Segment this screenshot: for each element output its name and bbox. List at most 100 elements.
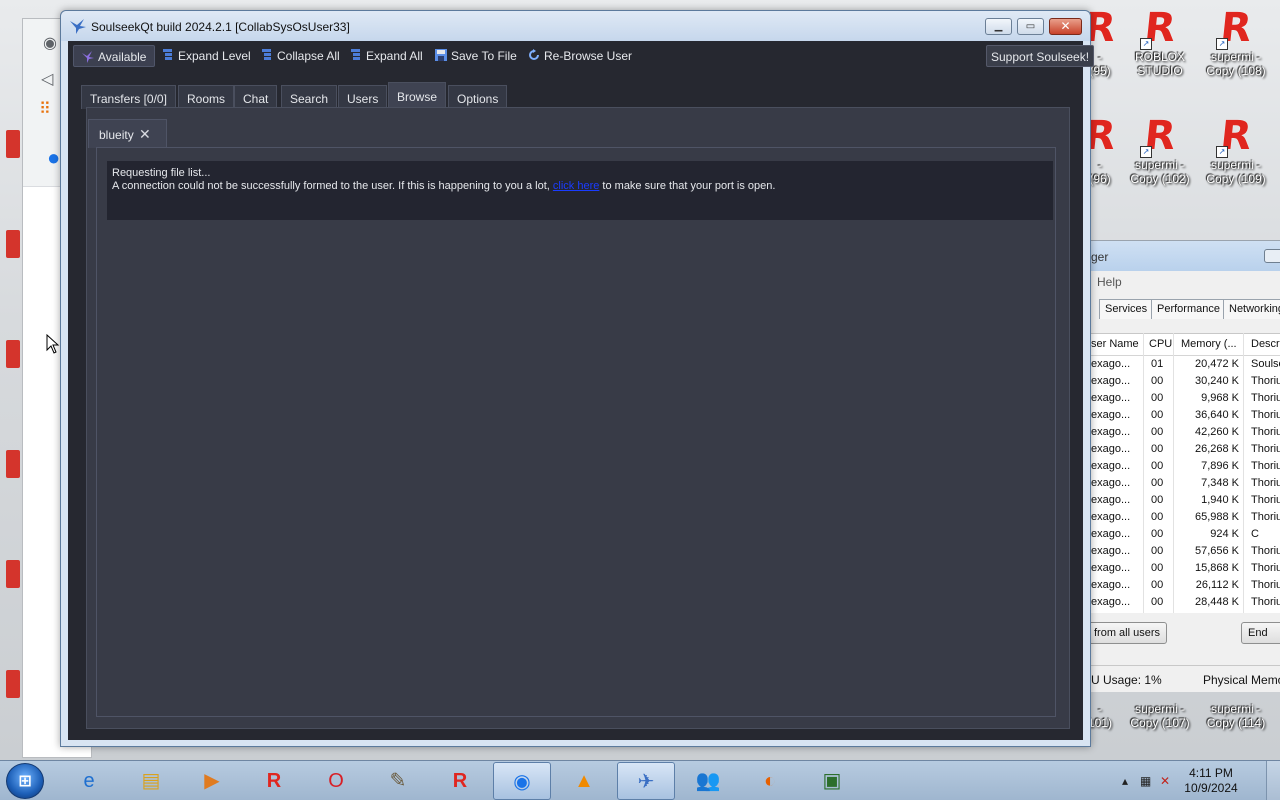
process-row[interactable]: exago... 00 7,896 K Thoriu (1091, 458, 1280, 475)
desktop-icon-supermi-109[interactable]: R ↗ supermi - Copy (109) (1200, 113, 1272, 186)
process-row[interactable]: exago... 00 28,448 K Thoriu (1091, 594, 1280, 611)
expand-level-icon (163, 49, 172, 60)
column-user-name[interactable]: ser Name (1091, 338, 1139, 350)
task-manager-window: ger Help Services Performance Networking… (1087, 240, 1280, 692)
column-cpu[interactable]: CPU (1149, 338, 1172, 350)
gimp-taskbar-icon[interactable]: ✎ (369, 762, 427, 800)
mouse-cursor-icon (46, 334, 60, 354)
process-cpu-cell: 00 (1151, 409, 1164, 421)
clock[interactable]: 4:11 PM 10/9/2024 (1176, 766, 1246, 796)
save-to-file-button[interactable]: Save To File (435, 45, 517, 67)
collapse-all-button[interactable]: Collapse All (261, 45, 340, 67)
end-process-button[interactable]: End (1241, 622, 1280, 644)
support-soulseek-button[interactable]: Support Soulseek! (986, 45, 1095, 67)
process-user-cell: exago... (1091, 409, 1131, 421)
tab-chat[interactable]: Chat (234, 85, 278, 109)
window-title: SoulseekQt build 2024.2.1 [CollabSysOsUs… (91, 20, 350, 34)
soulseek-toolbar: Available Expand Level Collapse All Expa… (68, 41, 1095, 71)
file-explorer-taskbar-icon[interactable]: ▤ (122, 762, 180, 800)
process-user-cell: exago... (1091, 545, 1131, 557)
process-row[interactable]: exago... 00 924 K C (1091, 526, 1280, 543)
process-cpu-cell: 00 (1151, 528, 1164, 540)
tab-transfers[interactable]: Transfers [0/0] (81, 85, 176, 109)
process-row[interactable]: exago... 00 9,968 K Thoriu (1091, 390, 1280, 407)
process-row[interactable]: exago... 00 26,268 K Thoriu (1091, 441, 1280, 458)
chromium-taskbar-icon[interactable]: ◉ (493, 762, 551, 800)
close-tab-icon[interactable]: ✕ (139, 126, 151, 143)
terminal-taskbar-icon[interactable]: ▣ (803, 762, 861, 800)
process-row[interactable]: exago... 00 15,868 K Thoriu (1091, 560, 1280, 577)
process-row[interactable]: exago... 00 30,240 K Thoriu (1091, 373, 1280, 390)
process-row[interactable]: exago... 00 26,112 K Thoriu (1091, 577, 1280, 594)
media-player-taskbar-icon[interactable]: ▶ (183, 762, 241, 800)
column-memory[interactable]: Memory (... (1181, 338, 1237, 350)
tab-users[interactable]: Users (338, 85, 388, 109)
tab-browse[interactable]: Browse (388, 82, 447, 109)
shortcut-arrow-icon: ↗ (1216, 38, 1228, 50)
soulseek-titlebar[interactable]: SoulseekQt build 2024.2.1 [CollabSysOsUs… (61, 11, 1090, 41)
show-all-users-button[interactable]: from all users (1087, 622, 1168, 644)
tab-performance[interactable]: Performance (1151, 299, 1226, 319)
process-row[interactable]: exago... 00 57,656 K Thoriu (1091, 543, 1280, 560)
desktop-icon-roblox-studio[interactable]: R ↗ ROBLOX STUDIO (1124, 5, 1196, 78)
minimize-button[interactable]: ▁ (985, 18, 1012, 35)
user-tab-blueity[interactable]: blueity ✕ (88, 119, 167, 148)
apps-grid-icon[interactable]: ⠿ (39, 99, 51, 119)
process-user-cell: exago... (1091, 562, 1131, 574)
show-hidden-icons-icon[interactable]: ▴ (1122, 774, 1128, 788)
tab-options[interactable]: Options (448, 85, 508, 109)
back-arrow-icon[interactable]: ◁ (41, 69, 53, 89)
process-cpu-cell: 01 (1151, 358, 1164, 370)
vlc-taskbar-icon[interactable]: ▲ (555, 762, 613, 800)
process-row[interactable]: exago... 01 20,472 K Soulse (1091, 356, 1280, 373)
network-icon[interactable]: ▦ (1140, 774, 1151, 788)
process-cpu-cell: 00 (1151, 375, 1164, 387)
messenger-taskbar-icon[interactable]: 👥 (679, 762, 737, 800)
process-description-cell: Thoriu (1251, 426, 1280, 438)
chromium-icon[interactable]: ● (47, 145, 60, 171)
internet-explorer-taskbar-icon[interactable]: e (60, 762, 118, 800)
process-memory-cell: 7,348 K (1201, 477, 1239, 489)
tab-services[interactable]: Services (1099, 299, 1154, 319)
maximize-button[interactable]: ▭ (1017, 18, 1044, 35)
left-edge-desktop-icons (0, 0, 22, 760)
roblox-studio-taskbar-icon[interactable]: R (431, 762, 489, 800)
process-row[interactable]: exago... 00 65,988 K Thoriu (1091, 509, 1280, 526)
task-manager-titlebar[interactable]: ger (1091, 241, 1280, 271)
desktop-icon-supermi-114[interactable]: supermi - Copy (114) (1200, 700, 1272, 730)
process-row[interactable]: exago... 00 42,260 K Thoriu (1091, 424, 1280, 441)
available-status-button[interactable]: Available (73, 45, 156, 67)
connection-message-box: Requesting file list... A connection cou… (107, 161, 1053, 220)
process-list[interactable]: ser Name CPU Memory (... Descri exago...… (1091, 333, 1280, 613)
desktop-icon-supermi-108[interactable]: R ↗ supermi - Copy (108) (1200, 5, 1272, 78)
firefox-taskbar-icon[interactable]: ◐ (741, 762, 799, 800)
opera-taskbar-icon[interactable]: O (307, 762, 365, 800)
expand-level-button[interactable]: Expand Level (162, 45, 251, 67)
process-memory-cell: 26,268 K (1194, 443, 1239, 455)
click-here-link[interactable]: click here (553, 180, 599, 192)
process-row[interactable]: exago... 00 7,348 K Thoriu (1091, 475, 1280, 492)
process-row[interactable]: exago... 00 36,640 K Thoriu (1091, 407, 1280, 424)
desktop-icon-supermi-102[interactable]: R ↗ supermi - Copy (102) (1124, 113, 1196, 186)
physical-memory-status: Physical Memo (1203, 673, 1280, 687)
close-button[interactable]: ✕ (1049, 18, 1082, 35)
partial-desktop-icon (6, 670, 20, 698)
expand-all-button[interactable]: Expand All (350, 45, 423, 67)
rebrowse-user-button[interactable]: Re-Browse User (528, 45, 632, 67)
menu-help[interactable]: Help (1091, 271, 1280, 293)
process-row[interactable]: exago... 00 1,940 K Thoriu (1091, 492, 1280, 509)
partial-desktop-icon (6, 130, 20, 158)
show-desktop-button[interactable] (1266, 761, 1280, 800)
tab-rooms[interactable]: Rooms (178, 85, 235, 109)
column-description[interactable]: Descri (1251, 338, 1280, 350)
start-button[interactable]: ⊞ (6, 763, 44, 799)
roblox-taskbar-icon[interactable]: R (245, 762, 303, 800)
volume-muted-icon[interactable]: ✕ (1160, 774, 1170, 788)
browse-panel: blueity ✕ Requesting file list... A conn… (86, 107, 1070, 729)
soulseek-taskbar-icon[interactable]: ✈ (617, 762, 675, 800)
desktop-icon-supermi-107[interactable]: supermi - Copy (107) (1124, 700, 1196, 730)
tab-search[interactable]: Search (281, 85, 338, 109)
tab-networking[interactable]: Networking (1223, 299, 1280, 319)
desktop-icon-label: supermi - Copy (102) (1130, 158, 1190, 186)
minimize-button[interactable] (1264, 249, 1280, 263)
